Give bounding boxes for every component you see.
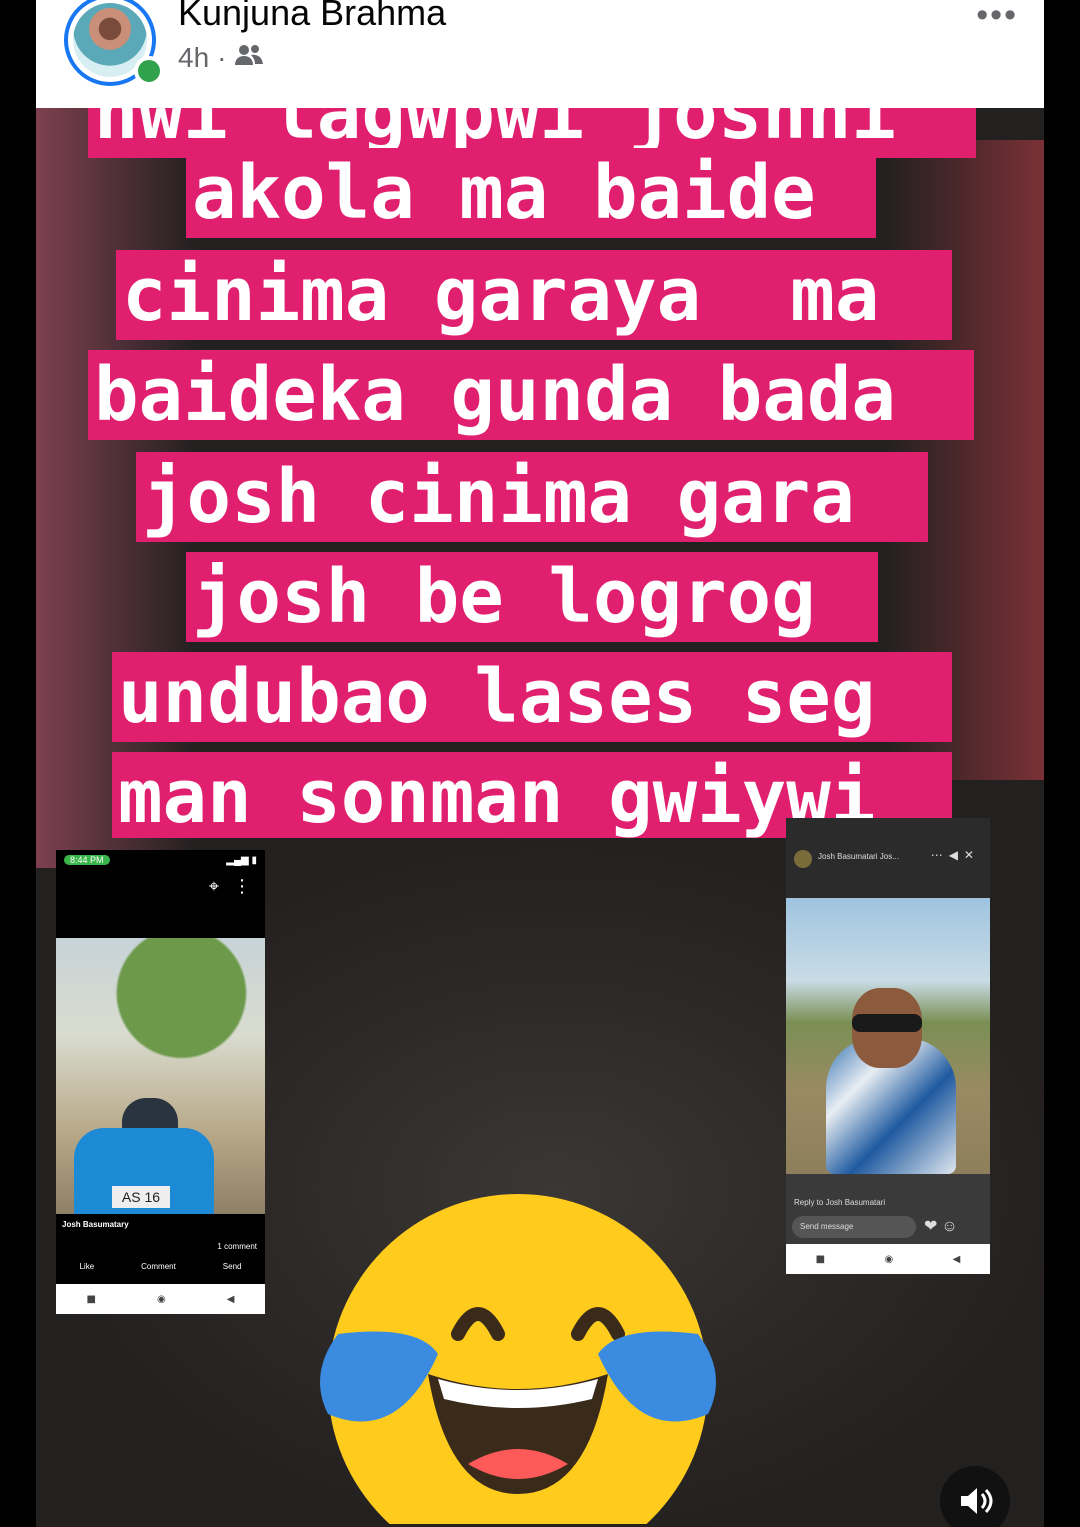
send-action: Send xyxy=(222,1262,242,1271)
post-time[interactable]: 4h xyxy=(178,42,209,74)
poster-name: Josh Basumatary xyxy=(62,1220,129,1229)
story-controls: ⋯◀✕ xyxy=(930,848,980,862)
home-icon: ◉ xyxy=(884,1253,894,1265)
friends-icon xyxy=(234,42,264,74)
sound-toggle-button[interactable] xyxy=(940,1466,1010,1527)
story-header: Josh Basumatari Jos... ⋯◀✕ xyxy=(786,818,990,898)
post-meta: 4h · xyxy=(178,42,264,74)
more-options-button[interactable]: ••• xyxy=(976,0,1018,35)
shared-photo xyxy=(56,938,265,1248)
menu-dots-icon: ⋮ xyxy=(233,876,251,897)
caption-line: cinima garaya ma xyxy=(116,250,952,340)
caption-line: baideka gunda bada xyxy=(88,350,974,440)
embedded-screenshot-left: 8:44 PM ▂▄▆ ▮ ⌖ ⋮ AS 16 Josh Basumatary … xyxy=(56,850,265,1314)
comment-action: Comment xyxy=(141,1262,176,1271)
meta-separator: · xyxy=(217,42,227,73)
recents-icon: ■ xyxy=(86,1293,96,1305)
back-icon: ◀ xyxy=(226,1293,235,1305)
android-nav-bar: ■ ◉ ◀ xyxy=(56,1284,265,1314)
comment-count: 1 comment xyxy=(217,1242,257,1251)
caption-line: akola ma baide xyxy=(186,148,876,238)
like-action: Like xyxy=(79,1262,95,1271)
post-frame: Kunjuna Brahma 4h · ••• nwi lagwpwi josh… xyxy=(36,0,1044,1527)
caption-line: josh cinima gara xyxy=(136,452,928,542)
sunglasses xyxy=(852,1014,922,1032)
speaker-icon xyxy=(961,1488,993,1514)
action-bar: Like Comment Send xyxy=(56,1262,265,1271)
number-plate: AS 16 xyxy=(112,1186,170,1208)
status-bar: 8:44 PM ▂▄▆ ▮ xyxy=(56,850,265,870)
viewer-tools: ⌖ ⋮ xyxy=(56,870,265,944)
reply-to-label: Reply to Josh Basumatari xyxy=(794,1198,886,1207)
signal-icon: ▂▄▆ ▮ xyxy=(226,854,257,866)
status-time: 8:44 PM xyxy=(64,855,110,865)
recents-icon: ■ xyxy=(815,1253,826,1265)
caption-line: josh be logrog xyxy=(186,552,878,642)
message-field: Send message xyxy=(792,1216,916,1238)
tag-icon: ⌖ xyxy=(208,876,219,897)
reaction-icons: ❤☺ xyxy=(924,1218,962,1235)
caption-line: undubao lases seg xyxy=(112,652,952,742)
home-icon: ◉ xyxy=(157,1293,166,1305)
android-nav-bar: ■ ◉ ◀ xyxy=(786,1244,990,1274)
online-status-dot xyxy=(134,56,164,86)
embedded-screenshot-right: Josh Basumatari Jos... ⋯◀✕ Reply to Josh… xyxy=(786,818,990,1274)
story-owner-name: Josh Basumatari Jos... xyxy=(818,852,899,861)
reply-bar: Reply to Josh Basumatari Send message ❤☺ xyxy=(786,1194,990,1244)
post-info: Josh Basumatary 1 comment Like Comment S… xyxy=(56,1214,265,1284)
back-icon: ◀ xyxy=(952,1253,961,1265)
avatar xyxy=(794,850,812,868)
author-name[interactable]: Kunjuna Brahma xyxy=(178,0,446,34)
post-header: Kunjuna Brahma 4h · ••• xyxy=(36,0,1044,108)
tears-of-joy-emoji-icon xyxy=(320,1194,716,1524)
